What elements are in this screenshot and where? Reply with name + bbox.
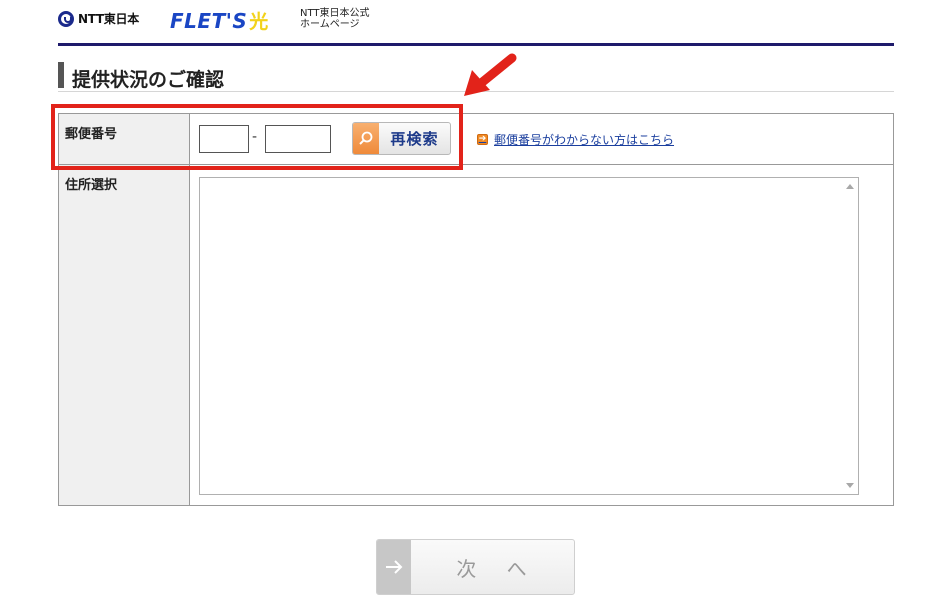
availability-form: 郵便番号 - 再検索 ➔ 郵便番号がわからない方はこちら 住所選択 [58, 113, 894, 506]
site-header: NTT東日本 FLET'S 光 NTT東日本公式 ホームページ [58, 6, 894, 38]
title-accent-bar [58, 62, 64, 88]
flets-logo[interactable]: FLET'S 光 [170, 7, 269, 34]
address-select-list[interactable] [199, 177, 859, 495]
address-list-scrollbar[interactable] [842, 178, 858, 494]
next-button[interactable]: 次 へ [376, 539, 575, 595]
scroll-up-icon[interactable] [846, 184, 854, 189]
official-site-label: NTT東日本公式 ホームページ [300, 8, 370, 30]
address-select-label: 住所選択 [59, 164, 190, 505]
ntt-logo[interactable]: NTT東日本 [58, 10, 139, 27]
page-title: 提供状況のご確認 [72, 69, 225, 91]
arrow-right-icon [377, 540, 411, 594]
flets-text: FLET'S [170, 9, 248, 33]
flets-hikari: 光 [249, 11, 269, 33]
arrow-right-icon: ➔ [477, 134, 488, 145]
ntt-logo-text: NTT東日本 [78, 12, 139, 26]
postal-code-help-link[interactable]: ➔ 郵便番号がわからない方はこちら [477, 131, 674, 148]
scroll-down-icon[interactable] [846, 483, 854, 488]
ntt-mark-icon [58, 10, 74, 27]
next-button-label: 次 へ [456, 556, 539, 581]
header-rule [58, 43, 894, 46]
red-arrow-icon [464, 53, 517, 96]
annotation-highlight-box [51, 104, 463, 170]
official-line-1: NTT東日本公式 [300, 8, 370, 19]
official-line-2: ホームページ [300, 19, 360, 30]
help-link-text: 郵便番号がわからない方はこちら [494, 133, 675, 147]
